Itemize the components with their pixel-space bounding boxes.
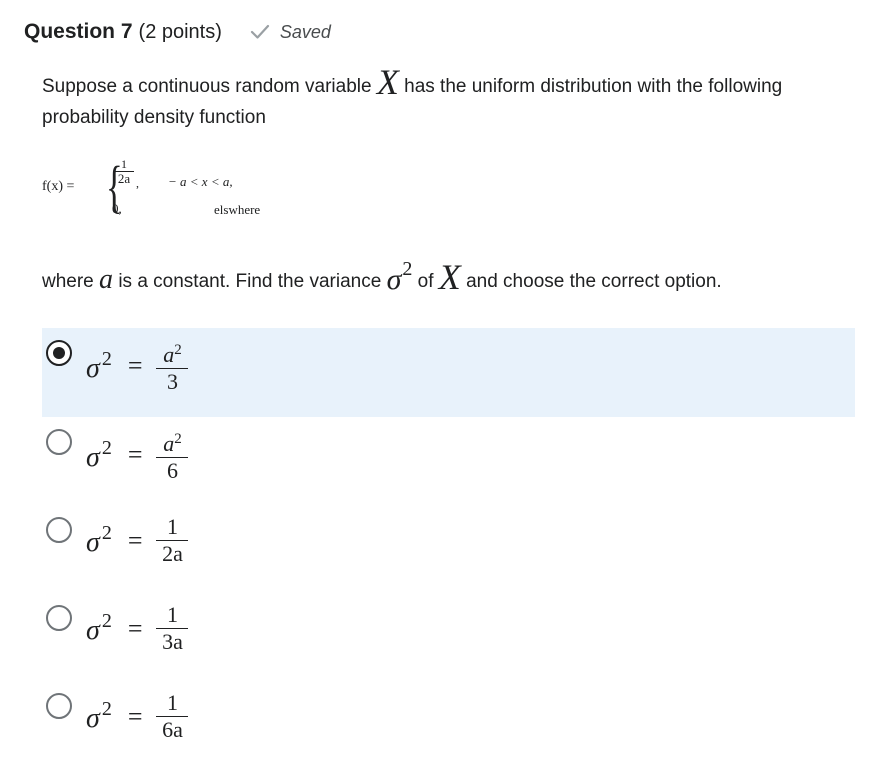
prompt-text-4: and choose the correct option. xyxy=(466,271,722,292)
fraction-denominator: 6 xyxy=(166,458,178,483)
question-title: Question 7 xyxy=(24,20,133,43)
pdf-formula: f(x) = { 1 2a , 0, − a < x < a, elswhere xyxy=(42,156,342,226)
radio-empty-icon[interactable] xyxy=(46,693,72,719)
equals-sign: = xyxy=(127,701,143,731)
answer-option-1[interactable]: σ2 = a2 3 xyxy=(42,328,855,417)
sigma-exponent: 2 xyxy=(101,347,112,370)
sigma-glyph: σ xyxy=(86,352,100,384)
fraction-numerator: a2 xyxy=(160,338,185,367)
sigma-glyph: σ xyxy=(86,527,100,558)
option-fraction: 1 2a xyxy=(156,514,189,566)
sigma-exponent: 2 xyxy=(402,258,413,280)
fraction-numerator: 1 xyxy=(166,514,178,539)
variable-a: a xyxy=(99,264,114,295)
prompt-text-2: is a constant. Find the variance xyxy=(118,271,382,292)
option-formula: σ2 = 1 2a xyxy=(86,514,189,566)
check-icon xyxy=(250,24,270,39)
fraction-numerator: 1 xyxy=(166,602,178,627)
answer-option-2[interactable]: σ2 = a2 6 xyxy=(42,417,855,505)
sigma-exponent: 2 xyxy=(101,610,112,632)
equals-sign: = xyxy=(127,351,143,380)
answer-option-3[interactable]: σ2 = 1 2a xyxy=(42,505,855,593)
numerator-var: a xyxy=(163,431,175,456)
radio-selected-icon[interactable] xyxy=(46,340,72,366)
sigma-glyph: σ xyxy=(86,441,100,473)
fraction-denominator: 3a xyxy=(162,629,183,654)
option-fraction: a2 6 xyxy=(156,427,189,483)
option-fraction: 1 3a xyxy=(156,602,189,654)
option-formula: σ2 = a2 6 xyxy=(86,427,189,483)
equals-sign: = xyxy=(127,525,143,555)
equals-sign: = xyxy=(127,613,143,643)
variance-symbol: σ2 xyxy=(386,258,413,296)
prompt-text-3: of xyxy=(417,271,434,292)
pdf-case2-condition: elswhere xyxy=(214,202,261,217)
pdf-fraction: 1 2a xyxy=(114,157,134,186)
pdf-fraction-numerator: 1 xyxy=(121,157,127,171)
answer-option-4[interactable]: σ2 = 1 3a xyxy=(42,593,855,681)
numerator-var: a xyxy=(163,342,175,367)
stem-text-1: Suppose a continuous random variable xyxy=(42,76,372,97)
option-sigma: σ2 xyxy=(86,610,112,647)
equals-sign: = xyxy=(127,440,143,469)
saved-status: Saved xyxy=(250,22,331,43)
question-prompt: where a is a constant. Find the variance… xyxy=(42,252,862,299)
option-fraction: 1 6a xyxy=(156,690,189,742)
numerator-exponent: 2 xyxy=(174,342,182,358)
saved-status-text: Saved xyxy=(279,21,331,42)
variable-x: X xyxy=(376,62,399,102)
sigma-exponent: 2 xyxy=(101,522,112,544)
sigma-glyph: σ xyxy=(86,615,100,646)
sigma-glyph: σ xyxy=(386,263,402,296)
option-sigma: σ2 xyxy=(86,437,112,474)
numerator-exponent: 2 xyxy=(174,431,182,447)
fraction-denominator: 6a xyxy=(162,717,183,742)
option-formula: σ2 = 1 6a xyxy=(86,690,189,742)
fraction-denominator: 3 xyxy=(166,369,178,394)
radio-dot xyxy=(53,347,65,359)
pdf-comma: , xyxy=(136,176,139,190)
radio-empty-icon[interactable] xyxy=(46,605,72,631)
sigma-exponent: 2 xyxy=(101,436,112,459)
pdf-fraction-denominator: 2a xyxy=(117,171,131,186)
fraction-numerator: 1 xyxy=(166,690,178,715)
option-formula: σ2 = 1 3a xyxy=(86,602,189,654)
option-sigma: σ2 xyxy=(86,522,112,559)
radio-empty-icon[interactable] xyxy=(46,429,72,455)
question-points: (2 points) xyxy=(138,20,222,43)
pdf-function-label: f(x) = xyxy=(42,179,75,194)
pdf-case1-condition: − a < x < a, xyxy=(168,174,233,189)
fraction-numerator: a2 xyxy=(160,427,185,456)
option-formula: σ2 = a2 3 xyxy=(86,338,189,394)
pdf-case2-value: 0, xyxy=(112,201,122,216)
answer-option-5[interactable]: σ2 = 1 6a xyxy=(42,681,855,769)
radio-empty-icon[interactable] xyxy=(46,517,72,543)
option-sigma: σ2 xyxy=(86,698,112,735)
prompt-text-1: where xyxy=(42,271,94,292)
fraction-denominator: 2a xyxy=(162,541,183,566)
option-fraction: a2 3 xyxy=(156,338,189,394)
sigma-exponent: 2 xyxy=(101,698,112,720)
question-stem: Suppose a continuous random variable X h… xyxy=(42,64,842,133)
answer-options: σ2 = a2 3 σ2 = a2 6 σ2 = 1 2a σ 2 = 1 3a… xyxy=(42,328,855,769)
variable-x-2: X xyxy=(438,257,461,297)
sigma-glyph: σ xyxy=(86,703,100,734)
option-sigma: σ2 xyxy=(86,348,112,385)
question-header: Question 7 (2 points) Saved xyxy=(24,18,331,46)
